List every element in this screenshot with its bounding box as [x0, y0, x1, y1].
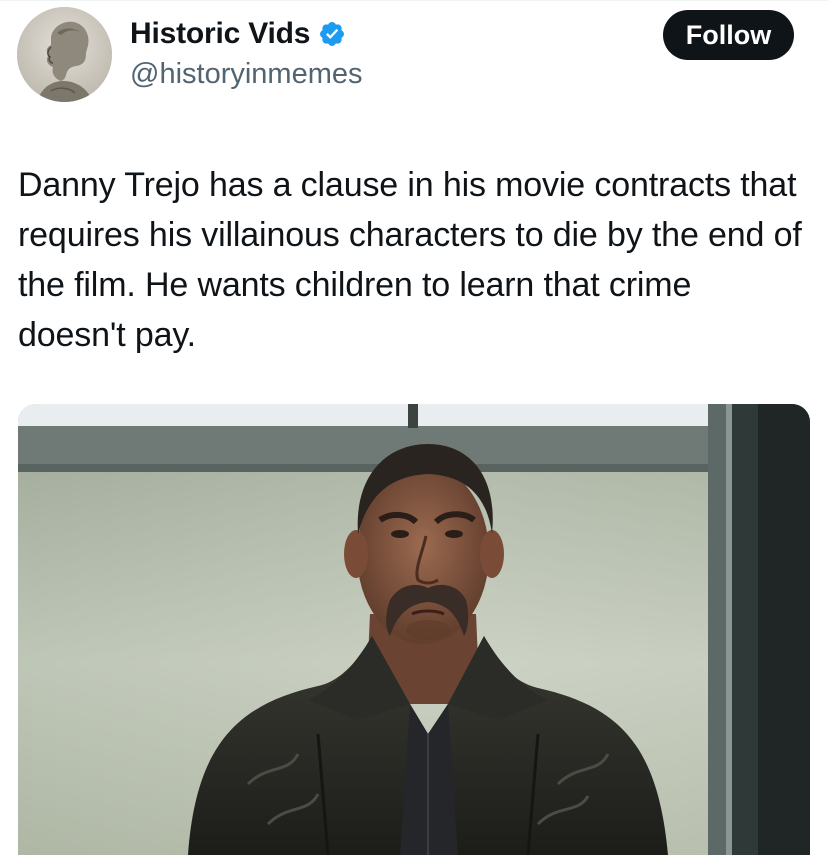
post-media-photo[interactable] — [18, 404, 810, 855]
follow-button[interactable]: Follow — [663, 10, 794, 60]
man-in-leather-jacket-photo — [18, 404, 810, 855]
author-avatar[interactable] — [17, 7, 112, 102]
post-text: Danny Trejo has a clause in his movie co… — [18, 166, 802, 354]
author-name-row: Historic Vids — [130, 14, 346, 54]
top-divider — [0, 0, 828, 1]
verified-badge-icon — [318, 20, 346, 48]
bust-portrait-icon — [17, 7, 112, 102]
author-handle[interactable]: @historyinmemes — [130, 58, 363, 91]
author-display-name[interactable]: Historic Vids — [130, 17, 310, 51]
